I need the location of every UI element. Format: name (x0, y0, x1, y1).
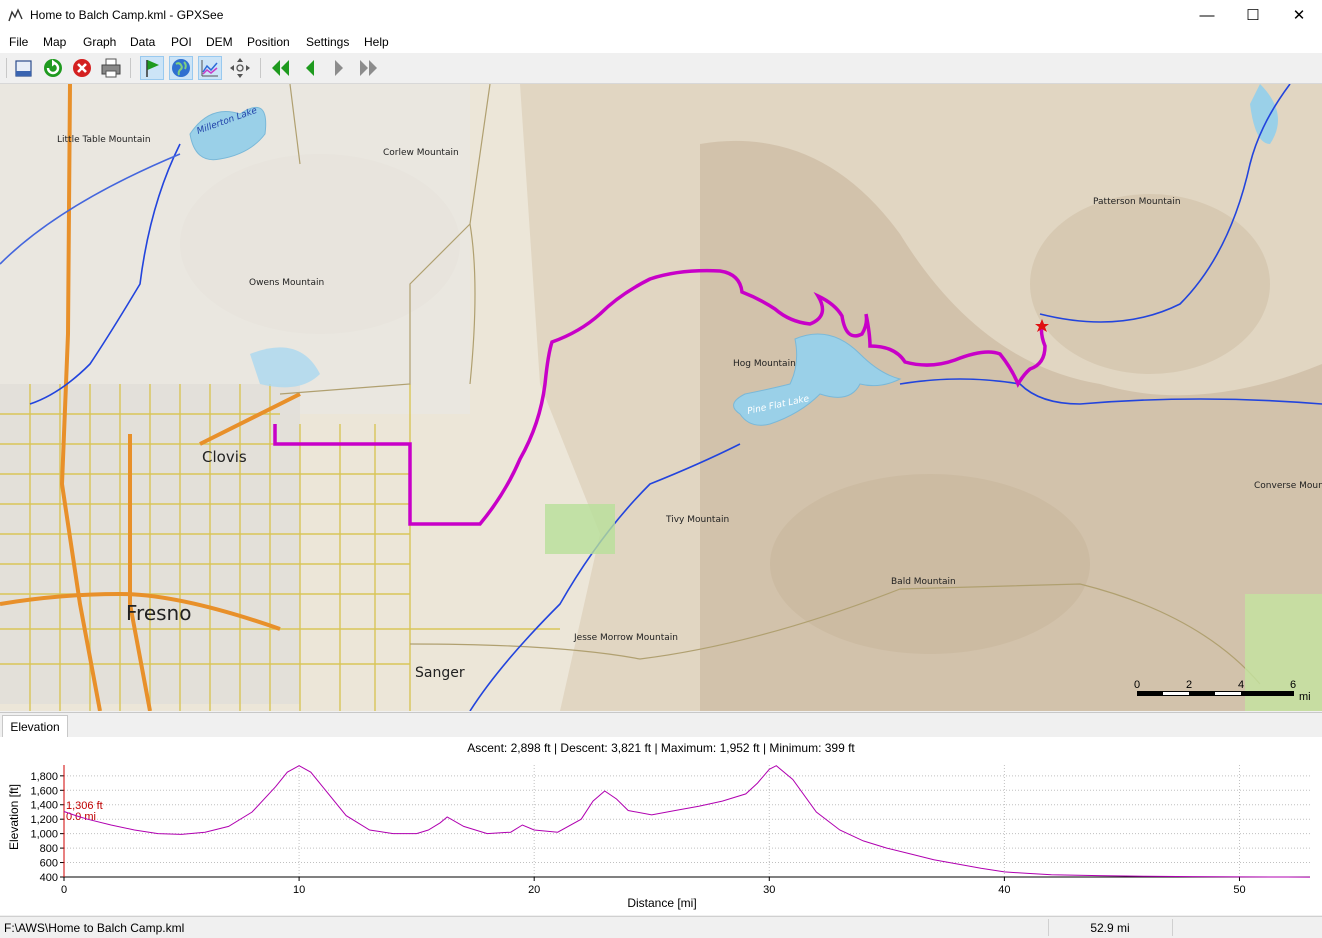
svg-text:0: 0 (1134, 679, 1140, 691)
title-bar: Home to Balch Camp.kml - GPXSee — ☐ ✕ (0, 0, 1322, 31)
tab-elevation[interactable]: Elevation (2, 715, 68, 738)
flag-icon (146, 60, 159, 77)
close-file-button[interactable] (70, 56, 94, 80)
show-waypoints-button[interactable] (140, 56, 164, 80)
toolbar-separator (130, 58, 131, 78)
label-converse-mountain: Converse Moun (1254, 481, 1322, 491)
label-clovis: Clovis (202, 448, 247, 466)
close-window-button[interactable]: ✕ (1276, 0, 1322, 31)
show-map-button[interactable] (169, 56, 193, 80)
x-tick-label: 40 (998, 884, 1010, 896)
graph-tab-bar: Elevation (0, 712, 1322, 738)
label-owens-mountain: Owens Mountain (249, 278, 324, 288)
menu-file[interactable]: File (9, 35, 28, 49)
x-tick-label: 20 (528, 884, 540, 896)
label-corlew-mountain: Corlew Mountain (383, 148, 459, 158)
status-separator-2 (1172, 919, 1173, 936)
graph-icon (201, 60, 218, 77)
menu-position[interactable]: Position (247, 35, 290, 49)
svg-text:4: 4 (1238, 679, 1244, 691)
y-tick-label: 1,400 (30, 800, 58, 812)
first-file-icon (272, 60, 289, 76)
y-tick-label: 800 (40, 843, 58, 855)
menu-dem[interactable]: DEM (206, 35, 233, 49)
y-tick-label: 1,200 (30, 814, 58, 826)
toolbar-separator-2 (260, 58, 261, 78)
previous-file-button[interactable] (298, 56, 322, 80)
print-icon (101, 58, 121, 78)
minimize-button[interactable]: — (1184, 0, 1230, 31)
last-file-icon (360, 60, 377, 76)
graph-summary: Ascent: 2,898 ft | Descent: 3,821 ft | M… (467, 741, 855, 755)
x-tick-label: 0 (61, 884, 67, 896)
graph-grid (64, 765, 1310, 878)
menu-bar: File Map Graph Data POI DEM Position Set… (0, 31, 1322, 53)
status-separator (1048, 919, 1049, 936)
status-file-path: F:\AWS\Home to Balch Camp.kml (4, 921, 185, 935)
next-file-icon (335, 60, 343, 76)
menu-data[interactable]: Data (130, 35, 155, 49)
menu-map[interactable]: Map (43, 35, 66, 49)
map-view[interactable]: Little Table Mountain Millerton Lake Cor… (0, 84, 1322, 711)
toolbar (0, 53, 1322, 84)
show-graphs-button[interactable] (198, 56, 222, 80)
status-bar: F:\AWS\Home to Balch Camp.kml 52.9 mi (0, 916, 1322, 938)
map-canvas: Little Table Mountain Millerton Lake Cor… (0, 84, 1322, 711)
y-tick-label: 600 (40, 858, 58, 870)
x-tick-label: 10 (293, 884, 305, 896)
maximize-button[interactable]: ☐ (1230, 0, 1276, 31)
open-file-button[interactable] (12, 56, 36, 80)
elevation-graph[interactable]: Ascent: 2,898 ft | Descent: 3,821 ft | M… (0, 737, 1322, 915)
label-bald-mountain: Bald Mountain (891, 577, 956, 587)
label-hog-mountain: Hog Mountain (733, 359, 796, 369)
label-patterson-mountain: Patterson Mountain (1093, 197, 1181, 207)
label-tivy-mountain: Tivy Mountain (665, 515, 729, 525)
gpxsee-app-icon (8, 8, 23, 22)
elevation-chart: Ascent: 2,898 ft | Descent: 3,821 ft | M… (7, 741, 1311, 910)
x-tick-label: 30 (763, 884, 775, 896)
menu-settings[interactable]: Settings (306, 35, 349, 49)
label-jesse-morrow-mountain: Jesse Morrow Mountain (573, 633, 678, 643)
fullscreen-button[interactable] (228, 56, 252, 80)
menu-poi[interactable]: POI (171, 35, 192, 49)
window-title: Home to Balch Camp.kml - GPXSee (30, 8, 224, 22)
label-little-table-mountain: Little Table Mountain (57, 135, 151, 145)
label-fresno: Fresno (126, 601, 191, 625)
y-tick-label: 1,600 (30, 785, 58, 797)
toolbar-grip (6, 58, 7, 78)
y-tick-label: 400 (40, 872, 58, 884)
reload-button[interactable] (41, 56, 65, 80)
fullscreen-icon (230, 58, 250, 78)
y-tick-label: 1,800 (30, 771, 58, 783)
close-file-icon (73, 59, 91, 77)
x-tick-label: 50 (1233, 884, 1245, 896)
svg-text:mi: mi (1299, 691, 1311, 703)
last-file-button[interactable] (356, 56, 380, 80)
previous-file-icon (306, 60, 314, 76)
first-file-button[interactable] (269, 56, 293, 80)
y-tick-label: 1,000 (30, 829, 58, 841)
next-file-button[interactable] (327, 56, 351, 80)
menu-graph[interactable]: Graph (83, 35, 116, 49)
label-sanger: Sanger (415, 665, 465, 681)
print-button[interactable] (99, 56, 123, 80)
svg-text:6: 6 (1290, 679, 1296, 691)
graph-x-axis-label: Distance [mi] (627, 896, 696, 910)
svg-text:2: 2 (1186, 679, 1192, 691)
status-total-distance: 52.9 mi (1090, 921, 1130, 935)
reload-icon (44, 59, 62, 77)
open-file-icon (15, 60, 32, 77)
globe-icon (172, 59, 190, 77)
menu-help[interactable]: Help (364, 35, 389, 49)
elevation-line (63, 765, 1311, 878)
graph-y-axis-label: Elevation [ft] (7, 784, 21, 850)
